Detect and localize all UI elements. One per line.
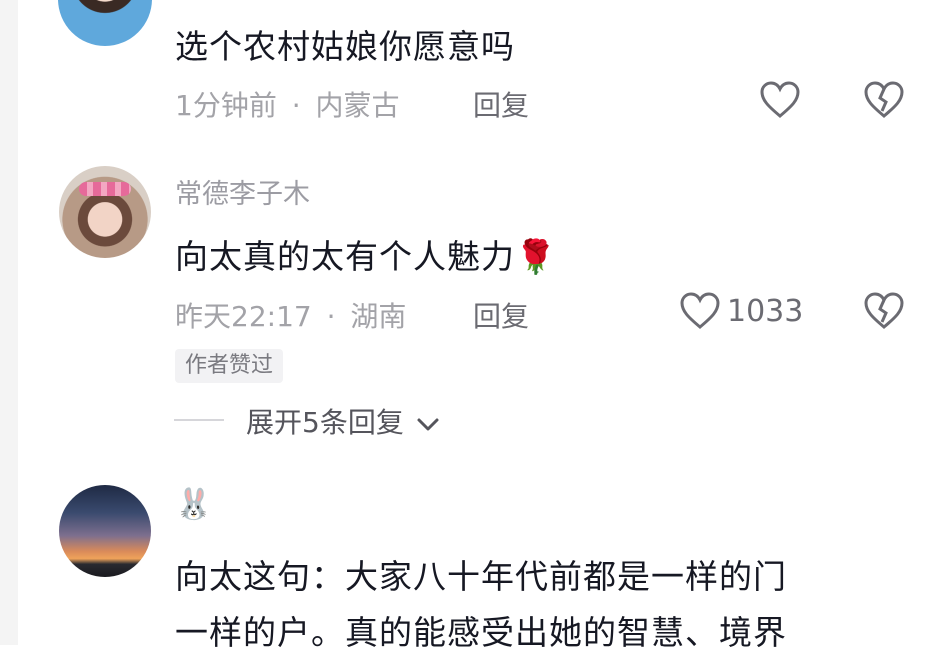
heart-icon[interactable] — [679, 291, 721, 331]
comment-body: 向太真的太有个人魅力 — [175, 237, 515, 276]
comment-text-line: 向太这句：大家八十年代前都是一样的门 — [175, 557, 787, 596]
comment-text: 向太真的太有个人魅力🌹 — [175, 230, 557, 278]
chevron-down-icon — [417, 418, 439, 431]
reply-button[interactable]: 回复 — [473, 84, 529, 124]
time-label: 1分钟前 — [175, 89, 277, 122]
expand-replies-button[interactable]: 展开5条回复 — [246, 401, 441, 441]
left-edge-strip — [0, 0, 18, 645]
broken-heart-icon[interactable] — [863, 291, 905, 331]
comment-text-line: 一样的户。真的能感受出她的智慧、境界 — [175, 613, 787, 652]
reply-button[interactable]: 回复 — [473, 295, 529, 335]
heart-icon[interactable] — [759, 80, 801, 120]
avatar[interactable] — [58, 0, 152, 46]
username[interactable]: 常德李子木 — [175, 172, 310, 211]
divider — [174, 419, 224, 421]
username[interactable]: 🐰 — [175, 487, 212, 522]
comment-time: 昨天22:17 · 湖南 — [175, 295, 406, 335]
broken-heart-icon[interactable] — [863, 80, 905, 120]
avatar[interactable] — [59, 485, 151, 577]
avatar-flower-crown — [79, 182, 131, 196]
rose-emoji: 🌹 — [515, 237, 558, 276]
avatar[interactable] — [59, 166, 151, 258]
like-count: 1033 — [727, 294, 804, 329]
time-label: 昨天22:17 — [175, 300, 312, 333]
comment-text: 选个农村姑娘你愿意吗 — [175, 27, 515, 66]
author-liked-badge: 作者赞过 — [175, 349, 284, 383]
comment-time: 1分钟前 · 内蒙古 — [175, 84, 400, 124]
separator: · — [326, 300, 336, 333]
location-label: 湖南 — [350, 300, 407, 333]
separator: · — [291, 89, 301, 122]
location-label: 内蒙古 — [315, 89, 400, 122]
expand-label: 展开5条回复 — [246, 406, 404, 439]
